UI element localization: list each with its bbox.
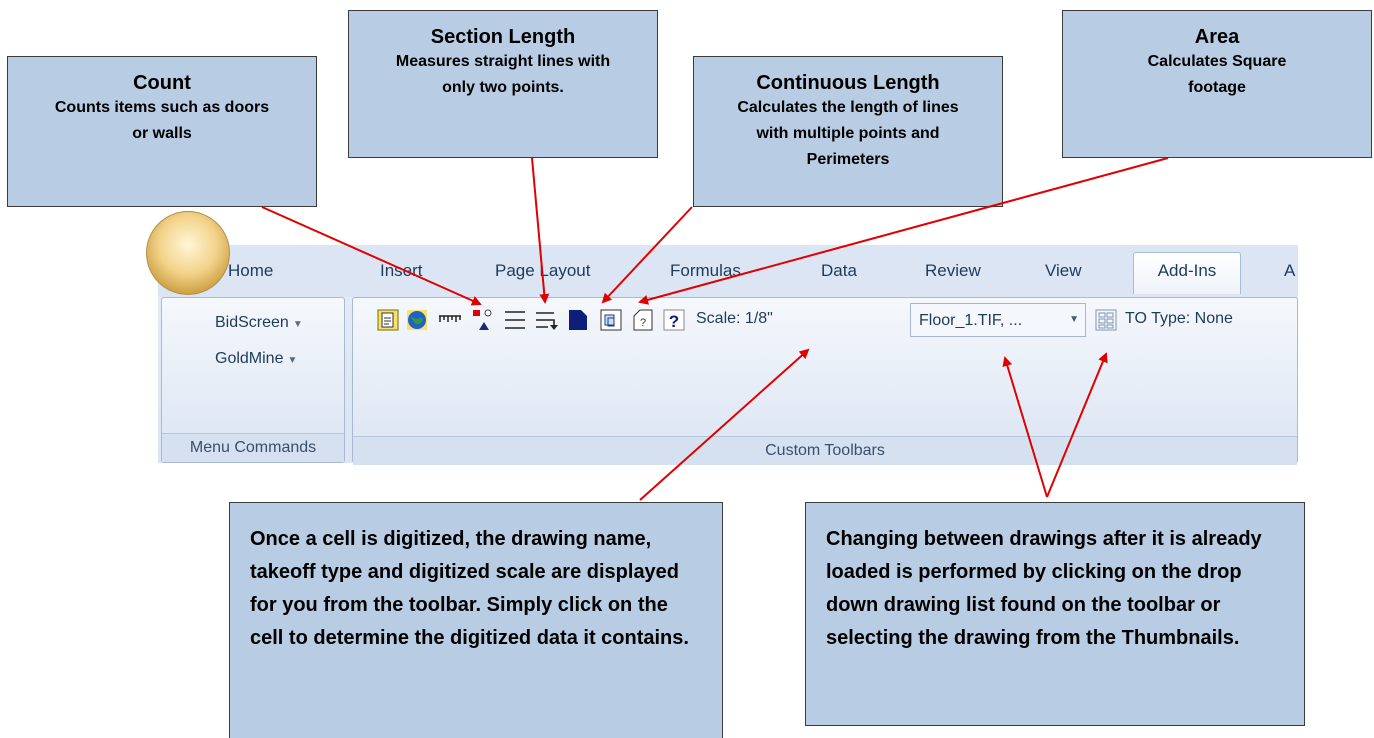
arrow-section-length — [531, 157, 550, 304]
arrow-count — [261, 206, 482, 306]
annotation-arrows — [261, 157, 1169, 501]
arrow-continuous-length — [601, 206, 693, 304]
arrow-scale — [639, 348, 810, 501]
arrow-thumbnails — [1046, 352, 1108, 498]
arrow-area — [638, 157, 1169, 305]
arrow-drawing-select — [1002, 356, 1048, 498]
